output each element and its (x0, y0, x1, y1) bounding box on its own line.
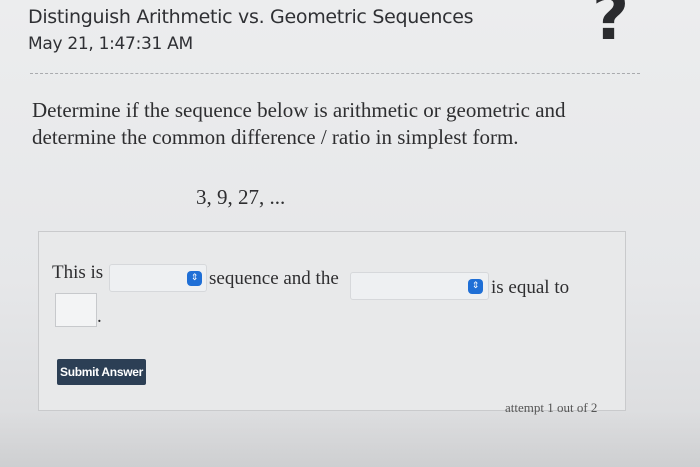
value-input[interactable] (55, 293, 97, 327)
chevron-updown-icon: ⇕ (468, 279, 483, 294)
page-title: Distinguish Arithmetic vs. Geometric Seq… (28, 6, 474, 28)
timestamp: May 21, 1:47:31 AM (28, 34, 193, 54)
answer-period: . (97, 306, 102, 327)
divider (30, 73, 640, 74)
answer-suffix: is equal to (491, 277, 570, 298)
submit-answer-button[interactable]: Submit Answer (57, 359, 146, 385)
chevron-updown-icon: ⇕ (187, 271, 202, 286)
sequence-expression: 3, 9, 27, ... (196, 185, 286, 209)
help-icon[interactable]: ? (592, 0, 640, 50)
sequence-type-select[interactable]: ⇕ (109, 264, 207, 292)
answer-prefix: This is (52, 262, 104, 283)
answer-middle-text: sequence and the (209, 268, 339, 289)
question-prompt: Determine if the sequence below is arith… (32, 98, 566, 149)
background-shade (0, 410, 700, 467)
page: Distinguish Arithmetic vs. Geometric Seq… (0, 0, 700, 467)
difference-ratio-select[interactable]: ⇕ (350, 272, 489, 300)
